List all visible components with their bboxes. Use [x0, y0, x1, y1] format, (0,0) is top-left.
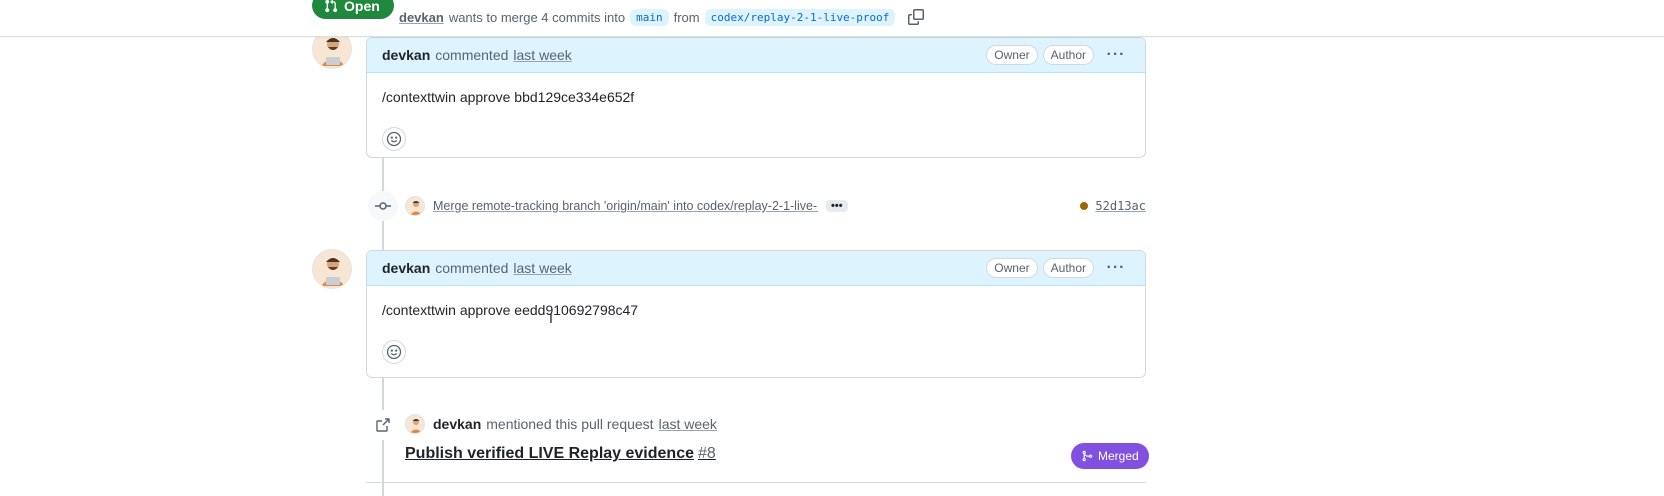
avatar-illustration-icon: [406, 197, 424, 215]
commit-status-dot[interactable]: [1080, 202, 1089, 210]
copy-branch-button[interactable]: [906, 7, 926, 27]
kebab-horizontal-icon: ···: [1106, 46, 1126, 63]
commit-sha-link[interactable]: 52d13ac: [1095, 199, 1146, 213]
smiley-icon: [386, 344, 402, 360]
referenced-pr-number: #8: [698, 445, 716, 462]
comment-options-button[interactable]: ···: [1102, 259, 1130, 277]
pr-state-label: Open: [344, 0, 380, 14]
author-badge: Author: [1042, 45, 1094, 65]
base-branch[interactable]: main: [630, 8, 669, 26]
add-reaction-button[interactable]: [382, 127, 406, 151]
avatar[interactable]: [405, 196, 425, 216]
from-text: from: [673, 9, 700, 25]
comment-author[interactable]: devkan: [382, 47, 430, 63]
git-commit-icon: [375, 202, 391, 210]
git-pull-request-icon: [325, 0, 338, 12]
kebab-horizontal-icon: ···: [1106, 259, 1126, 276]
comment-action: commented: [435, 47, 509, 63]
comment-body: /contexttwin approve eedd910692798c47: [382, 302, 639, 318]
avatar[interactable]: [405, 414, 425, 434]
comment-header: devkan commented last week Owner Author …: [367, 251, 1145, 286]
comment-body: /contexttwin approve bbd129ce334e652f: [382, 89, 635, 105]
text-cursor-icon: I: [549, 310, 553, 326]
git-merge-icon: [1082, 450, 1093, 462]
referenced-pr-link[interactable]: Publish verified LIVE Replay evidence #8: [405, 445, 716, 463]
expand-commit-button[interactable]: •••: [826, 200, 848, 212]
add-reaction-button[interactable]: [382, 340, 406, 364]
commit-message-link[interactable]: Merge remote-tracking branch 'origin/mai…: [433, 199, 818, 213]
copy-icon: [908, 9, 925, 25]
comment-card: devkan commented last week Owner Author …: [366, 37, 1146, 158]
smiley-icon: [386, 131, 402, 147]
author-badge: Author: [1042, 258, 1094, 278]
avatar-illustration-icon: [313, 250, 351, 288]
avatar-illustration-icon: [406, 415, 424, 433]
merged-badge: Merged: [1071, 443, 1149, 469]
comment-header: devkan commented last week Owner Author …: [367, 38, 1145, 73]
cross-reference-node: [368, 410, 398, 440]
owner-badge: Owner: [986, 258, 1038, 278]
mention-event: devkan mentioned this pull request last …: [405, 414, 717, 434]
comment-card: devkan commented last week Owner Author …: [366, 250, 1146, 378]
referenced-pr-title: Publish verified LIVE Replay evidence: [405, 445, 694, 462]
comment-author[interactable]: devkan: [382, 260, 430, 276]
pr-author-link[interactable]: devkan: [399, 10, 444, 25]
mention-timestamp[interactable]: last week: [659, 416, 717, 432]
head-branch[interactable]: codex/replay-2-1-live-proof: [704, 8, 896, 26]
comment-timestamp[interactable]: last week: [513, 260, 571, 276]
comment-action: commented: [435, 260, 509, 276]
comment-timestamp[interactable]: last week: [513, 47, 571, 63]
comment-options-button[interactable]: ···: [1102, 46, 1130, 64]
pr-state-badge: Open: [312, 0, 394, 19]
mention-author[interactable]: devkan: [433, 416, 481, 432]
wants-merge-text: wants to merge 4 commits into: [448, 9, 626, 25]
pr-merge-summary: devkan wants to merge 4 commits into mai…: [399, 7, 926, 27]
divider: [366, 482, 1146, 483]
commit-node: [368, 191, 398, 221]
commit-row: Merge remote-tracking branch 'origin/mai…: [405, 195, 1146, 217]
owner-badge: Owner: [986, 45, 1038, 65]
avatar[interactable]: [312, 249, 352, 289]
cross-reference-icon: [376, 418, 390, 432]
merged-label: Merged: [1098, 449, 1139, 463]
mention-text: mentioned this pull request: [486, 416, 654, 432]
pr-sticky-header: Open devkan wants to merge 4 commits int…: [0, 0, 1664, 37]
